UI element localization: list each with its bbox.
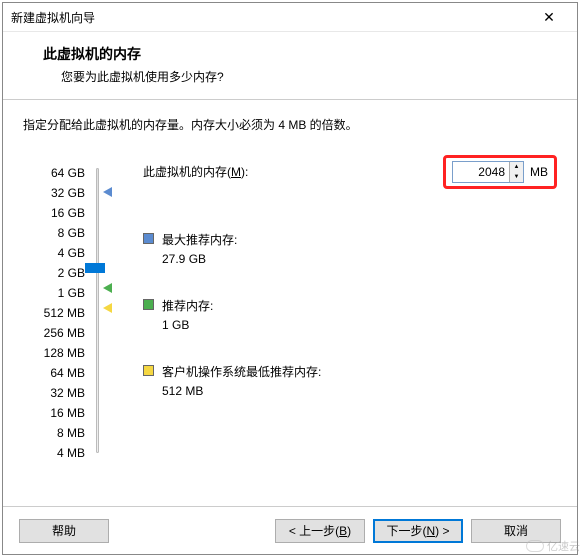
scale-label: 16 GB	[23, 203, 85, 223]
min-rec-label: 客户机操作系统最低推荐内存:	[162, 363, 321, 380]
memory-input-highlight: ▲ ▼ MB	[443, 155, 557, 189]
memory-slider[interactable]	[85, 163, 123, 463]
scale-label: 32 MB	[23, 383, 85, 403]
scale-label: 1 GB	[23, 283, 85, 303]
slider-thumb[interactable]	[85, 263, 105, 273]
instruction-text: 指定分配给此虚拟机的内存量。内存大小必须为 4 MB 的倍数。	[23, 116, 557, 133]
page-title: 此虚拟机的内存	[43, 44, 553, 64]
rec-value: 1 GB	[162, 318, 213, 332]
square-icon	[143, 365, 154, 376]
window-title: 新建虚拟机向导	[11, 9, 529, 26]
square-icon	[143, 233, 154, 244]
scale-label: 512 MB	[23, 303, 85, 323]
spinner-down-icon[interactable]: ▼	[510, 172, 523, 182]
scale-label: 32 GB	[23, 183, 85, 203]
max-recommendation: 最大推荐内存: 27.9 GB	[143, 231, 237, 266]
scale-label: 8 GB	[23, 223, 85, 243]
min-marker-icon	[103, 303, 112, 313]
scale-label: 4 MB	[23, 443, 85, 463]
button-bar: 帮助 < 上一步(B) 下一步(N) > 取消	[3, 506, 577, 554]
rec-label: 推荐内存:	[162, 297, 213, 314]
watermark: 亿速云	[526, 538, 580, 554]
max-rec-value: 27.9 GB	[162, 252, 237, 266]
min-rec-value: 512 MB	[162, 384, 321, 398]
memory-scale: 64 GB 32 GB 16 GB 8 GB 4 GB 2 GB 1 GB 51…	[23, 163, 85, 463]
scale-label: 128 MB	[23, 343, 85, 363]
rec-marker-icon	[103, 283, 112, 293]
memory-input[interactable]	[453, 162, 509, 182]
watermark-text: 亿速云	[547, 538, 580, 554]
max-rec-label: 最大推荐内存:	[162, 231, 237, 248]
info-panel: 此虚拟机的内存(M): ▲ ▼ MB 最大推荐内存:	[123, 163, 557, 463]
max-marker-icon	[103, 187, 112, 197]
spinner-up-icon[interactable]: ▲	[510, 162, 523, 172]
scale-label: 16 MB	[23, 403, 85, 423]
next-button[interactable]: 下一步(N) >	[373, 519, 463, 543]
scale-label: 64 GB	[23, 163, 85, 183]
wizard-header: 此虚拟机的内存 您要为此虚拟机使用多少内存?	[3, 32, 577, 100]
page-subtitle: 您要为此虚拟机使用多少内存?	[43, 68, 553, 85]
wizard-dialog: 新建虚拟机向导 ✕ 此虚拟机的内存 您要为此虚拟机使用多少内存? 指定分配给此虚…	[2, 2, 578, 555]
content-area: 指定分配给此虚拟机的内存量。内存大小必须为 4 MB 的倍数。 64 GB 32…	[3, 100, 577, 506]
memory-unit: MB	[530, 165, 548, 179]
cloud-icon	[526, 540, 544, 552]
help-button[interactable]: 帮助	[19, 519, 109, 543]
memory-spinner[interactable]: ▲ ▼	[452, 161, 524, 183]
scale-label: 256 MB	[23, 323, 85, 343]
scale-label: 2 GB	[23, 263, 85, 283]
min-recommendation: 客户机操作系统最低推荐内存: 512 MB	[143, 363, 321, 398]
scale-label: 4 GB	[23, 243, 85, 263]
square-icon	[143, 299, 154, 310]
rec-recommendation: 推荐内存: 1 GB	[143, 297, 213, 332]
memory-field-label: 此虚拟机的内存(M):	[143, 163, 248, 180]
back-button[interactable]: < 上一步(B)	[275, 519, 365, 543]
close-icon[interactable]: ✕	[529, 3, 569, 31]
scale-label: 8 MB	[23, 423, 85, 443]
titlebar: 新建虚拟机向导 ✕	[3, 3, 577, 32]
scale-label: 64 MB	[23, 363, 85, 383]
slider-track	[96, 168, 99, 453]
